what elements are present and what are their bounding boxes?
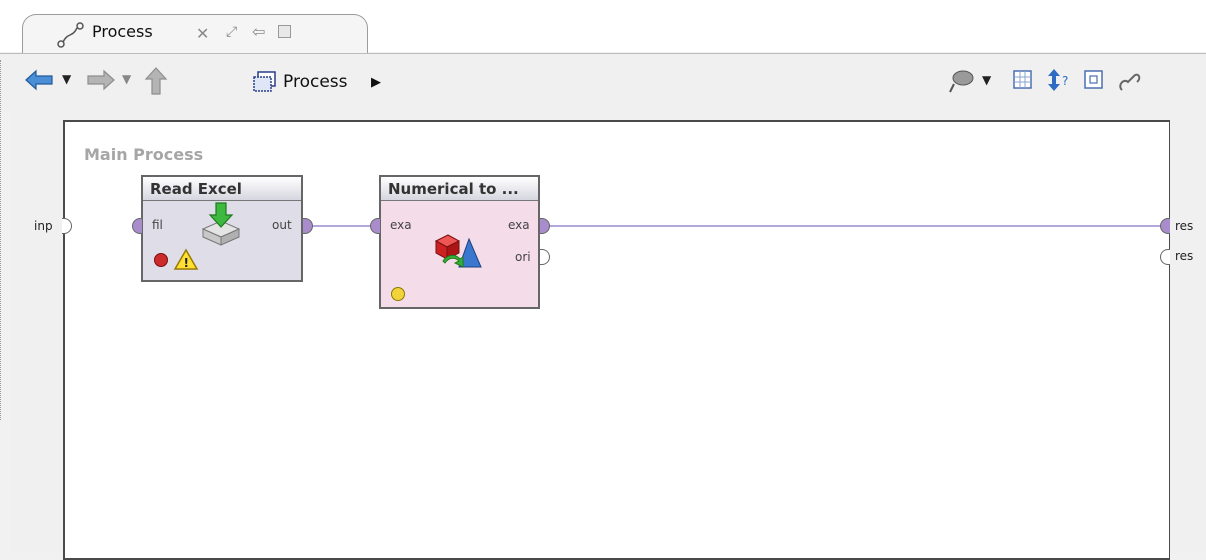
result-port-label-2: res (1175, 249, 1194, 263)
excel-import-icon (201, 202, 241, 246)
error-dot-icon (154, 253, 168, 267)
numerical-input-port[interactable] (370, 218, 380, 234)
process-result-port-2[interactable] (1160, 249, 1170, 265)
port-label-out: out (272, 218, 292, 232)
svg-text:!: ! (184, 256, 189, 270)
operator-title: Numerical to ... (381, 177, 538, 201)
port-label-exa-out: exa (508, 218, 530, 232)
left-edge-splitter[interactable] (0, 60, 3, 420)
port-label-ori: ori (515, 250, 531, 264)
port-label-fil: fil (152, 218, 163, 232)
convert-icon (434, 234, 482, 268)
warning-icon: ! (173, 248, 199, 270)
read-excel-input-port[interactable] (132, 218, 142, 234)
status-dot-icon (391, 287, 405, 301)
port-label-exa-in: exa (390, 218, 412, 232)
result-port-label-1: res (1175, 219, 1194, 233)
process-result-port-1[interactable] (1160, 218, 1170, 234)
operator-title: Read Excel (143, 177, 301, 201)
